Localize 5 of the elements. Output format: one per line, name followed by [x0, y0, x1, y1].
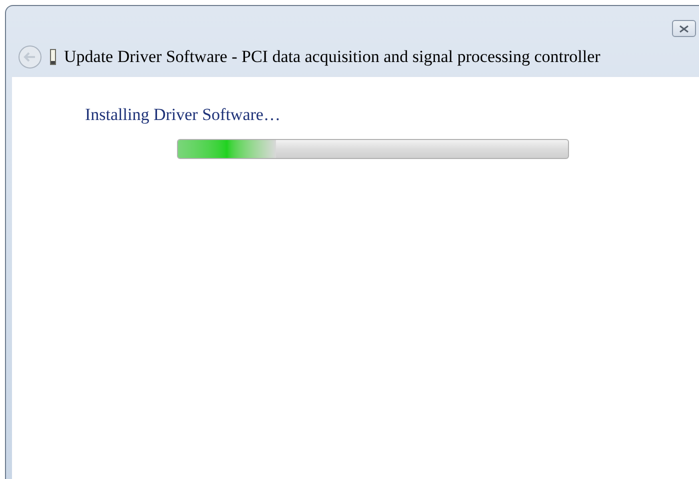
window-title: Update Driver Software - PCI data acquisition and signal processing controller: [64, 46, 600, 68]
close-button[interactable]: [672, 20, 696, 37]
close-icon: [679, 24, 689, 32]
device-icon: [50, 49, 56, 65]
status-heading: Installing Driver Software…: [85, 104, 282, 126]
